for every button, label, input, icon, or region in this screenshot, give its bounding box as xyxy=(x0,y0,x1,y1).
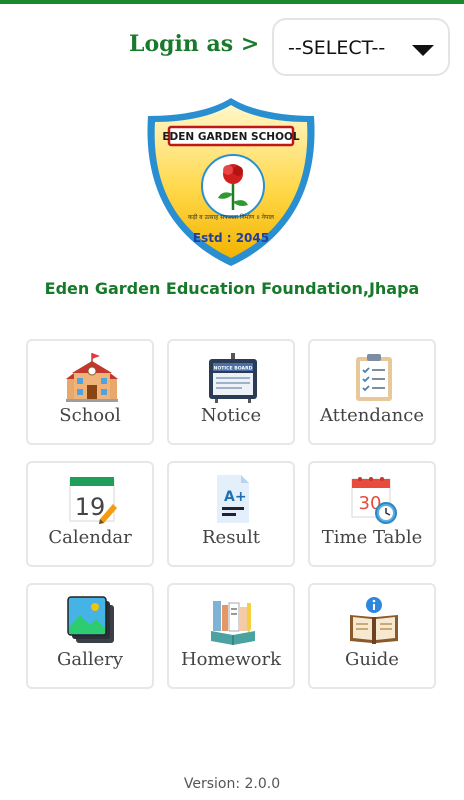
clipboard-checklist-icon xyxy=(356,354,392,401)
menu-tile-label: Notice xyxy=(200,405,262,426)
menu-tile-school[interactable]: School xyxy=(26,339,154,445)
role-select[interactable]: --SELECT-- xyxy=(272,18,450,76)
menu-tile-label: School xyxy=(59,405,121,426)
menu-tile-label: Result xyxy=(201,527,261,548)
menu-tile-attendance[interactable]: Attendance xyxy=(308,339,436,445)
guide-book-icon xyxy=(350,597,398,644)
chevron-down-icon xyxy=(412,45,434,56)
menu-tile-label: Homework xyxy=(180,649,281,670)
timetable-calendar-icon: 30 xyxy=(351,477,397,524)
foundation-name: Eden Garden Education Foundation,Jhapa xyxy=(44,279,420,298)
logo-banner-text: EDEN GARDEN SCHOOL xyxy=(162,131,300,143)
role-select-value: --SELECT-- xyxy=(288,37,386,59)
homework-books-icon xyxy=(211,601,255,645)
app-version: Version: 2.0.0 xyxy=(183,776,281,792)
calendar-day-number: 19 xyxy=(75,493,106,521)
school-building-icon xyxy=(66,353,118,402)
menu-tile-label: Gallery xyxy=(56,649,124,670)
gallery-images-icon xyxy=(67,596,114,643)
school-logo: EDEN GARDEN SCHOOL कड़ी व उत्साह सफलता न… xyxy=(147,98,315,266)
menu-tile-label: Attendance xyxy=(320,405,424,426)
menu-tile-guide[interactable]: Guide xyxy=(308,583,436,689)
menu-tile-label: Calendar xyxy=(48,527,132,548)
status-accent-bar xyxy=(0,0,464,4)
menu-tile-result[interactable]: A+ Result xyxy=(167,461,295,567)
menu-tile-time-table[interactable]: 30 Time Table xyxy=(308,461,436,567)
result-grade-text: A+ xyxy=(224,489,247,505)
menu-tile-notice[interactable]: NOTICE BOARD Notice xyxy=(167,339,295,445)
result-document-icon: A+ xyxy=(217,475,249,523)
menu-tile-label: Guide xyxy=(345,649,399,670)
login-as-label: Login as > xyxy=(129,31,260,57)
menu-tile-gallery[interactable]: Gallery xyxy=(26,583,154,689)
notice-icon-text: NOTICE BOARD xyxy=(214,366,253,372)
logo-estd-text: Estd : 2045 xyxy=(193,231,269,245)
logo-motto-text: कड़ी व उत्साह सफलता निर्माण ॥ नेपाल xyxy=(188,213,275,221)
menu-tile-homework[interactable]: Homework xyxy=(167,583,295,689)
notice-board-icon: NOTICE BOARD xyxy=(209,353,257,403)
menu-tile-label: Time Table xyxy=(321,527,423,548)
calendar-icon: 19 xyxy=(69,477,117,524)
menu-tile-calendar[interactable]: 19 Calendar xyxy=(26,461,154,567)
